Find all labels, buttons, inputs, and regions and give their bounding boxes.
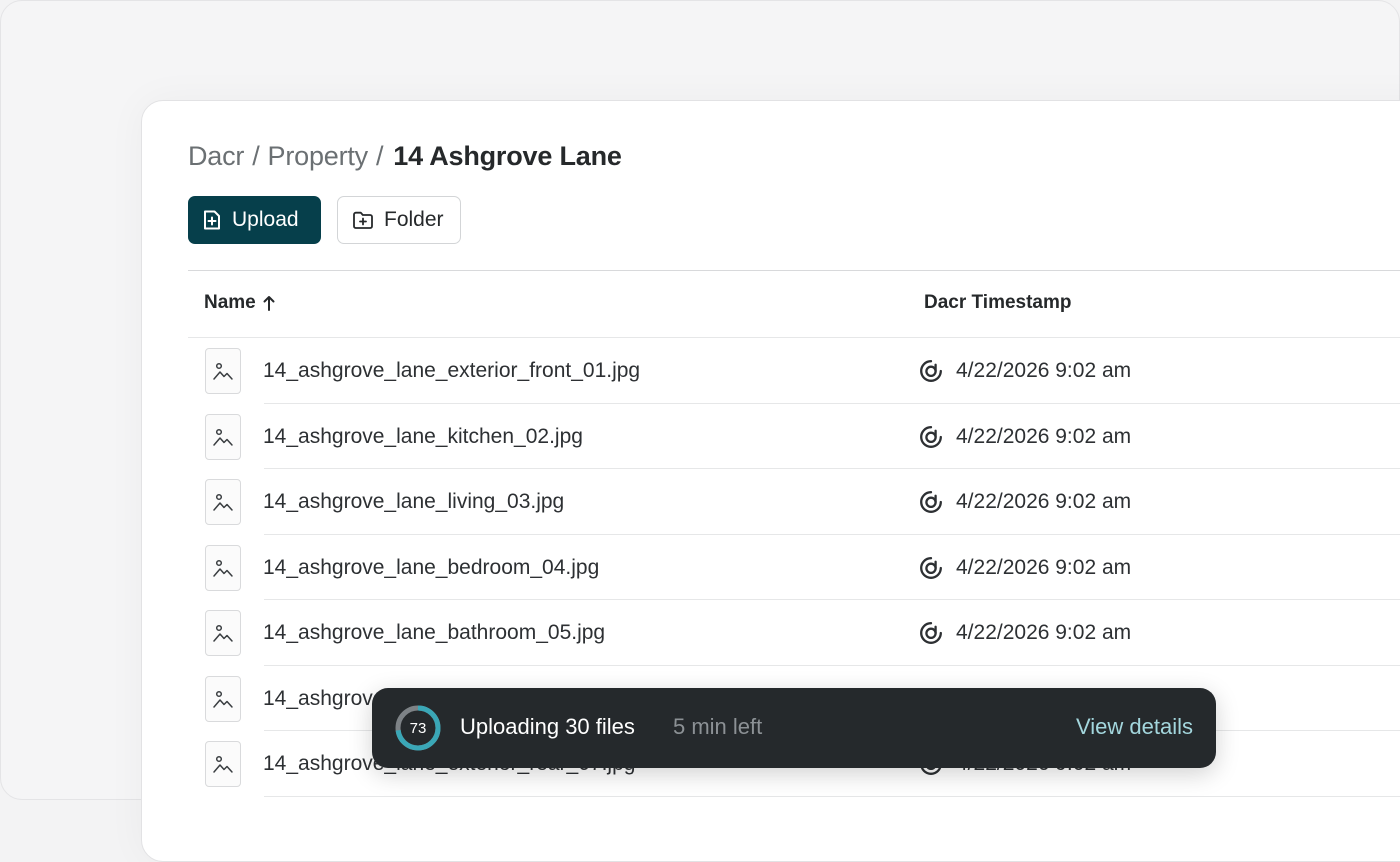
upload-eta: 5 min left bbox=[673, 714, 763, 739]
image-file-icon bbox=[213, 624, 233, 642]
breadcrumb-separator: / bbox=[252, 140, 260, 171]
column-header-timestamp[interactable]: Dacr Timestamp bbox=[924, 292, 1072, 314]
file-plus-icon bbox=[204, 210, 220, 230]
timestamp-value: 4/22/2026 9:02 am bbox=[956, 424, 1132, 448]
file-timestamp: 4/22/2026 9:02 am bbox=[919, 359, 1131, 383]
upload-status-title: Uploading 30 files bbox=[460, 714, 635, 739]
table-row[interactable]: 14_ashgrove_lane_kitchen_02.jpg 4/22/2026… bbox=[188, 404, 1400, 470]
file-thumbnail bbox=[205, 479, 241, 525]
page-title: 14 Ashgrove Lane bbox=[393, 140, 622, 171]
table-row[interactable]: 14_ashgrove_lane_bedroom_04.jpg 4/22/2026… bbox=[188, 535, 1400, 601]
file-name[interactable]: 14_ashgrove_lane_kitchen_02.jpg bbox=[263, 425, 583, 449]
image-file-icon bbox=[213, 493, 233, 511]
new-folder-button[interactable]: Folder bbox=[337, 196, 461, 244]
table-header: Name Dacr Timestamp bbox=[188, 270, 1400, 338]
file-timestamp: 4/22/2026 9:02 am bbox=[919, 621, 1131, 645]
file-name[interactable]: 14_ashgrove_lane_bathroom_05.jpg bbox=[263, 621, 605, 645]
toolbar: Upload Folder bbox=[188, 196, 461, 244]
breadcrumb-separator: / bbox=[375, 140, 384, 171]
progress-value: 73 bbox=[409, 719, 427, 737]
dacr-stamp-icon bbox=[920, 622, 942, 644]
upload-progress-toast: 73 Uploading 30 files 5 min left View de… bbox=[372, 688, 1216, 768]
dacr-stamp-icon bbox=[920, 556, 942, 579]
arrow-up-icon bbox=[263, 296, 275, 311]
folder-plus-icon bbox=[353, 211, 373, 229]
file-thumbnail bbox=[205, 741, 241, 787]
view-details-link[interactable]: View details bbox=[1076, 714, 1193, 740]
upload-button[interactable]: Upload bbox=[188, 196, 321, 244]
file-name[interactable]: 14_ashgrove_lane_exterior_front_01.jpg bbox=[263, 359, 640, 383]
file-name[interactable]: 14_ashgrove_lane_bedroom_04.jpg bbox=[263, 556, 599, 580]
file-name[interactable]: 14_ashgrove_lane_living_03.jpg bbox=[263, 490, 564, 514]
image-file-icon bbox=[213, 755, 233, 773]
table-row[interactable]: 14_ashgrove_lane_living_03.jpg 4/22/2026 … bbox=[188, 469, 1400, 535]
file-thumbnail bbox=[205, 413, 241, 460]
breadcrumb: Dacr / Property / 14 Ashgrove Lane bbox=[188, 138, 622, 174]
dacr-stamp-icon bbox=[920, 491, 942, 513]
table-row[interactable]: 14_ashgrove_lane_exterior_front_01.jpg 4/… bbox=[188, 338, 1400, 404]
column-header-name-label: Name bbox=[204, 292, 256, 313]
breadcrumb-item-property[interactable]: Property bbox=[268, 141, 369, 172]
file-thumbnail bbox=[205, 610, 241, 656]
timestamp-value: 4/22/2026 9:02 am bbox=[956, 359, 1132, 382]
timestamp-value: 4/22/2026 9:02 am bbox=[956, 621, 1132, 644]
dacr-stamp-icon bbox=[920, 360, 942, 382]
upload-button-label: Upload bbox=[232, 208, 299, 231]
new-folder-button-label: Folder bbox=[384, 208, 444, 231]
file-timestamp: 4/22/2026 9:02 am bbox=[919, 490, 1131, 514]
image-file-icon bbox=[213, 428, 233, 446]
file-timestamp: 4/22/2026 9:02 am bbox=[919, 425, 1131, 449]
file-thumbnail bbox=[205, 348, 241, 394]
timestamp-value: 4/22/2026 9:02 am bbox=[956, 555, 1132, 579]
breadcrumb-item-dacr[interactable]: Dacr bbox=[188, 141, 244, 172]
image-file-icon bbox=[213, 559, 233, 577]
column-header-name[interactable]: Name bbox=[204, 292, 276, 314]
image-file-icon bbox=[213, 362, 233, 380]
image-file-icon bbox=[213, 690, 233, 708]
file-timestamp: 4/22/2026 9:02 am bbox=[919, 556, 1131, 580]
timestamp-value: 4/22/2026 9:02 am bbox=[956, 490, 1132, 513]
dacr-stamp-icon bbox=[920, 425, 942, 448]
file-thumbnail bbox=[205, 675, 241, 722]
table-row[interactable]: 14_ashgrove_lane_bathroom_05.jpg 4/22/202… bbox=[188, 600, 1400, 666]
file-thumbnail bbox=[205, 544, 241, 591]
